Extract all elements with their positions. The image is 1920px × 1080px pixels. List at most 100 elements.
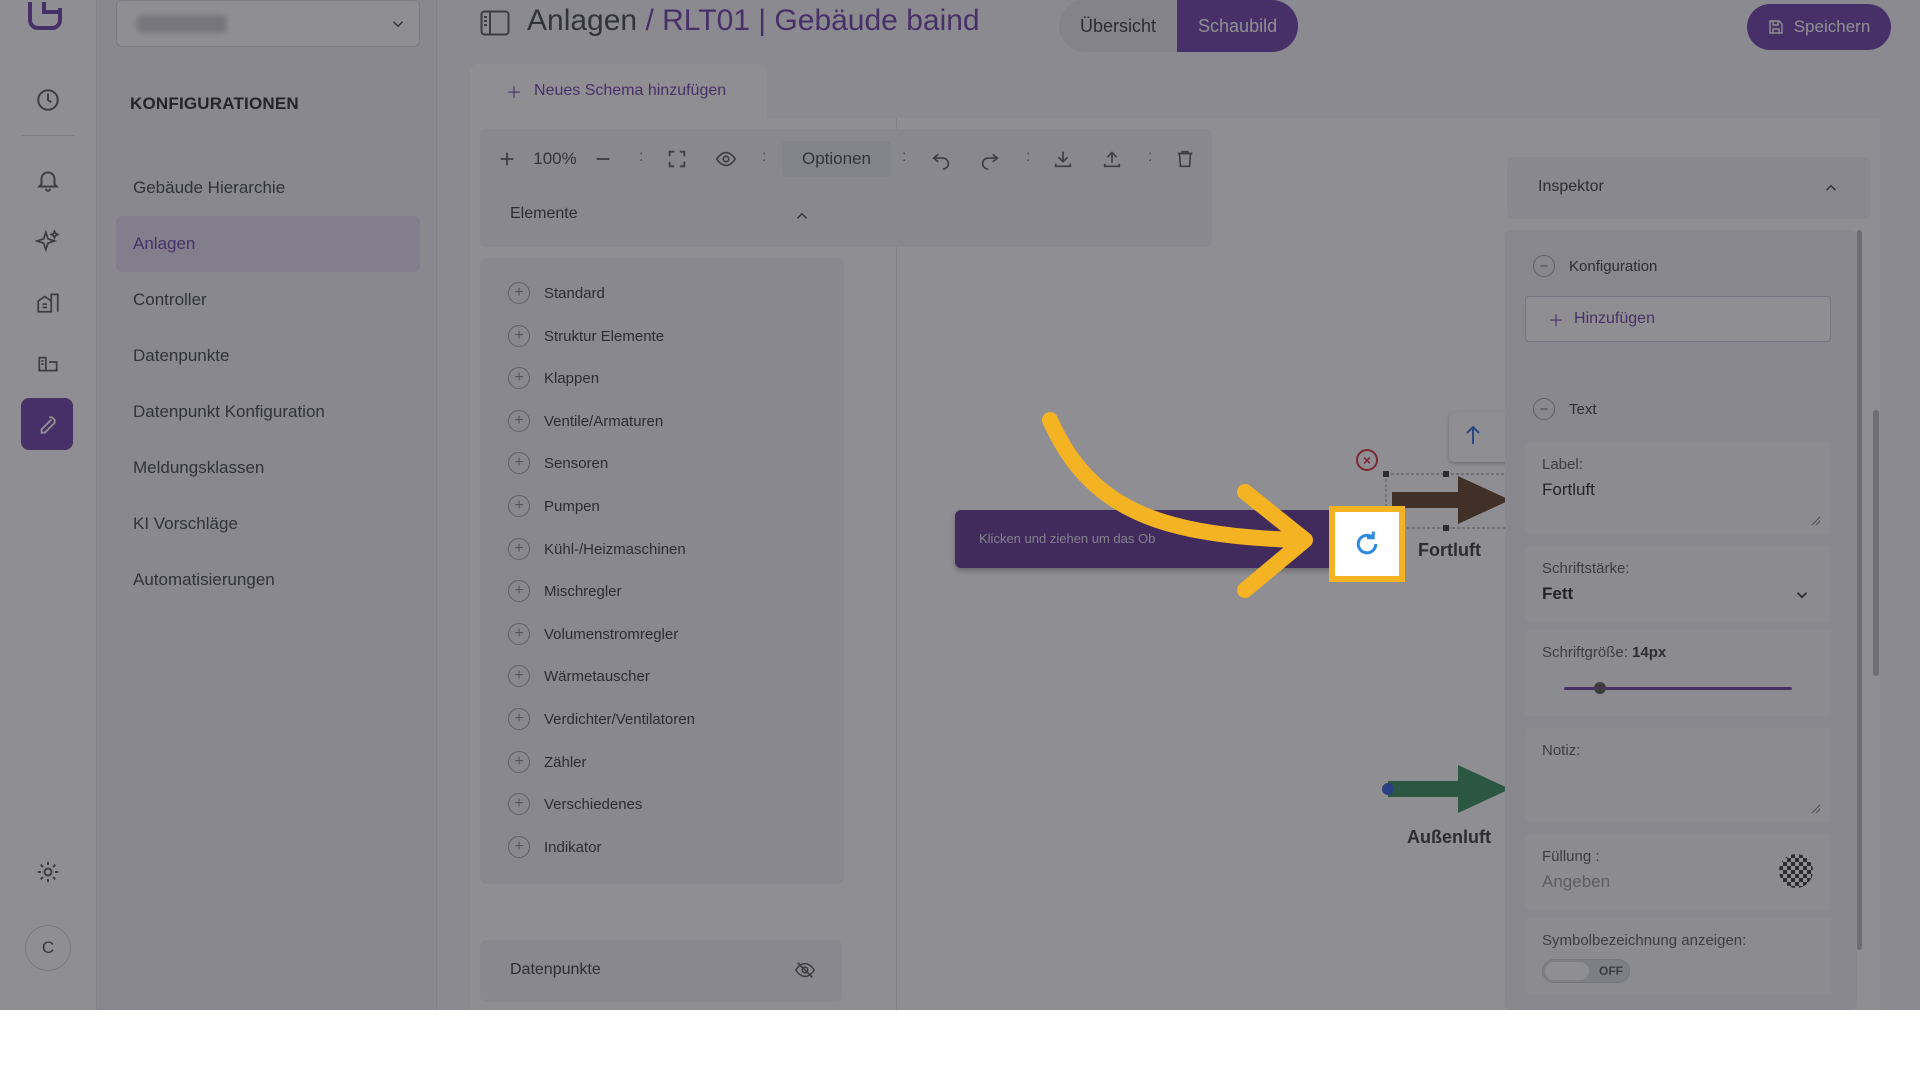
redo-icon[interactable] (975, 141, 1005, 177)
field-label: Notiz: (1542, 742, 1581, 759)
section-title: Konfiguration (1569, 257, 1658, 275)
list-item[interactable]: + Klappen (508, 365, 599, 391)
section-konfiguration[interactable]: − Konfiguration (1533, 255, 1657, 277)
trash-icon[interactable] (1170, 141, 1200, 177)
list-item[interactable]: + Verschiedenes (508, 791, 642, 817)
add-schema-tab[interactable]: ＋ Neues Schema hinzufügen (470, 64, 767, 118)
note-field[interactable]: Notiz: (1525, 728, 1831, 822)
list-item[interactable]: + Ventile/Armaturen (508, 408, 663, 434)
plus-circle-icon: + (508, 836, 530, 858)
sidebar-item-datenpunkt-konfiguration[interactable]: Datenpunkt Konfiguration (116, 384, 420, 440)
toolbar-separator: : (1148, 148, 1153, 165)
plus-circle-icon: + (508, 410, 530, 432)
list-item[interactable]: + Mischregler (508, 578, 622, 604)
plus-circle-icon: + (508, 325, 530, 347)
inspector-header[interactable]: Inspektor (1507, 157, 1870, 219)
tab-uebersicht[interactable]: Übersicht (1059, 0, 1177, 52)
sparkles-icon[interactable] (26, 219, 70, 263)
list-item-label: Struktur Elemente (544, 327, 665, 345)
wrench-icon[interactable] (21, 398, 73, 450)
eye-off-icon[interactable] (794, 959, 816, 981)
inspector-scrollbar[interactable] (1857, 230, 1862, 950)
aussenluft-label[interactable]: Außenluft (1407, 827, 1491, 848)
slider-handle[interactable] (1594, 682, 1607, 694)
sidebar-heading: KONFIGURATIONEN (130, 94, 299, 113)
list-item[interactable]: + Standard (508, 280, 605, 306)
building-select[interactable] (116, 0, 420, 47)
sidebar-item-automatisierungen[interactable]: Automatisierungen (116, 552, 420, 608)
list-item[interactable]: + Struktur Elemente (508, 323, 664, 349)
elements-title[interactable]: Elemente (510, 205, 578, 223)
zoom-in-icon[interactable] (492, 141, 522, 177)
list-item-label: Ventile/Armaturen (544, 412, 664, 430)
list-item[interactable]: + Verdichter/Ventilatoren (508, 706, 695, 732)
select-value-blurred (137, 15, 227, 33)
devices-icon[interactable] (26, 340, 70, 384)
list-item-label: Verschiedenes (544, 795, 643, 813)
page-scrollbar[interactable] (1873, 118, 1879, 1010)
app-window: C KONFIGURATIONEN Gebäude Hierarchie Anl… (0, 0, 1920, 1010)
list-item[interactable]: + Wärmetauscher (508, 663, 650, 689)
list-item[interactable]: + Indikator (508, 834, 602, 860)
symbol-label-toggle[interactable]: OFF (1542, 959, 1630, 983)
resize-handle-icon[interactable] (1811, 516, 1821, 526)
chevron-up-icon[interactable] (793, 207, 811, 225)
list-item[interactable]: + Sensoren (508, 450, 608, 476)
symbol-label-field: Symbolbezeichnung anzeigen: OFF (1525, 918, 1831, 994)
zoom-out-icon[interactable] (588, 141, 618, 177)
section-text[interactable]: − Text (1533, 398, 1597, 420)
toggle-knob (1545, 962, 1589, 980)
list-item[interactable]: + Pumpen (508, 493, 600, 519)
list-item[interactable]: + Zähler (508, 749, 587, 775)
list-item-label: Volumenstromregler (544, 625, 679, 643)
arrow-up-icon[interactable] (1463, 424, 1483, 446)
label-field[interactable]: Label: Fortluft (1525, 442, 1831, 534)
eye-icon[interactable] (711, 141, 741, 177)
options-button[interactable]: Optionen (782, 141, 891, 177)
font-weight-select[interactable]: Schriftstärke: Fett (1525, 546, 1831, 622)
toolbar-separator: : (762, 148, 767, 165)
sidebar-item-gebaeude-hierarchie[interactable]: Gebäude Hierarchie (116, 160, 420, 216)
sidebar-item-datenpunkte[interactable]: Datenpunkte (116, 328, 420, 384)
resize-handle-icon[interactable] (1811, 804, 1821, 814)
section-title: Text (1569, 400, 1597, 418)
list-item-label: Zähler (544, 753, 587, 771)
avatar[interactable]: C (25, 925, 71, 971)
bell-icon[interactable] (26, 158, 70, 202)
sidebar-item-ki-vorschlaege[interactable]: KI Vorschläge (116, 496, 420, 552)
field-label: Schriftgröße: 14px (1542, 644, 1667, 661)
scrollbar-thumb[interactable] (1873, 410, 1879, 676)
undo-icon[interactable] (926, 141, 956, 177)
fill-field[interactable]: Füllung : Angeben (1525, 834, 1831, 910)
sidebar-toggle-icon[interactable] (480, 10, 510, 36)
color-picker-icon[interactable] (1779, 854, 1813, 888)
plus-circle-icon: + (508, 793, 530, 815)
datapoints-panel[interactable]: Datenpunkte (480, 940, 842, 1002)
sidebar-item-anlagen[interactable]: Anlagen (116, 216, 420, 272)
label-input[interactable]: Fortluft (1542, 480, 1595, 500)
list-item[interactable]: + Volumenstromregler (508, 621, 678, 647)
list-item[interactable]: + Kühl-/Heizmaschinen (508, 536, 686, 562)
fortluft-arrow (1392, 476, 1510, 524)
dashboard-icon[interactable] (26, 78, 70, 122)
tab-schaubild[interactable]: Schaubild (1177, 0, 1299, 52)
save-button[interactable]: Speichern (1747, 4, 1891, 50)
gear-icon[interactable] (26, 850, 70, 894)
fortluft-label[interactable]: Fortluft (1418, 540, 1481, 561)
download-icon[interactable] (1048, 141, 1078, 177)
buildings-icon[interactable] (26, 280, 70, 324)
upload-icon[interactable] (1097, 141, 1127, 177)
sidebar-item-meldungsklassen[interactable]: Meldungsklassen (116, 440, 420, 496)
inspector-panel: − Konfiguration ＋ Hinzufügen − Text Labe… (1505, 230, 1857, 1010)
chevron-up-icon[interactable] (1822, 179, 1840, 197)
logo-icon[interactable] (24, 0, 70, 40)
plus-circle-icon: + (508, 665, 530, 687)
field-label: Füllung : (1542, 848, 1600, 865)
list-item-label: Sensoren (544, 454, 609, 472)
list-item-label: Wärmetauscher (544, 667, 650, 685)
add-config-button[interactable]: ＋ Hinzufügen (1525, 296, 1831, 342)
plus-circle-icon: + (508, 708, 530, 730)
fit-screen-icon[interactable] (662, 141, 692, 177)
sidebar-item-controller[interactable]: Controller (116, 272, 420, 328)
breadcrumb-root[interactable]: Anlagen (527, 4, 637, 37)
